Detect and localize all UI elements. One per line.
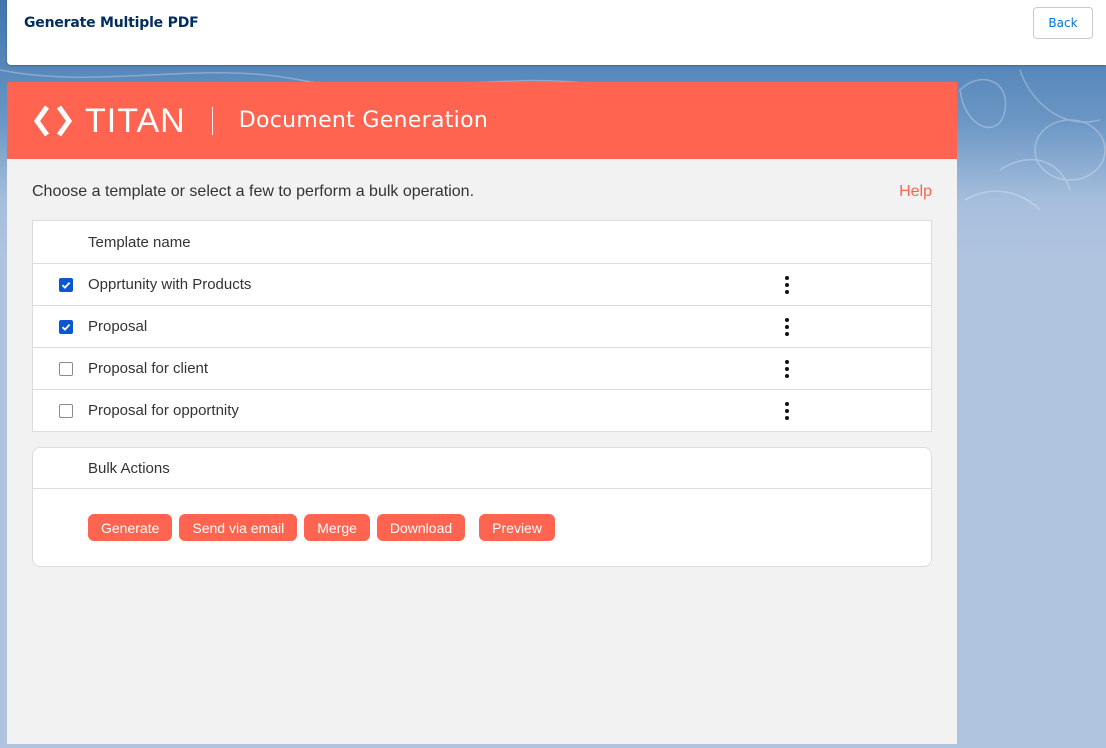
table-row: Proposal for opportnity — [33, 389, 931, 431]
intro-text: Choose a template or select a few to per… — [32, 183, 475, 200]
generate-button[interactable]: Generate — [88, 514, 173, 541]
checkmark-icon — [61, 323, 70, 331]
page-title: Generate Multiple PDF — [24, 15, 199, 31]
row-actions-menu-button[interactable] — [775, 348, 799, 389]
titan-logo-icon — [33, 105, 73, 136]
more-vertical-icon — [785, 401, 789, 420]
brand-logo-text: TITAN — [85, 101, 186, 140]
brand-banner: TITAN Document Generation — [7, 82, 957, 159]
brand-subtitle: Document Generation — [238, 108, 489, 133]
top-header-bar: Generate Multiple PDF Back — [7, 0, 1106, 65]
table-header-row: Template name — [33, 221, 931, 263]
preview-button[interactable]: Preview — [479, 514, 555, 541]
brand-divider — [211, 106, 213, 135]
template-name[interactable]: Proposal — [88, 318, 931, 335]
table-row: Proposal — [33, 305, 931, 347]
more-vertical-icon — [785, 317, 789, 336]
template-table: Template name Opprtunity with Products P… — [32, 220, 932, 432]
bulk-actions-card: Bulk Actions Generate Send via email Merge… — [32, 447, 932, 567]
back-button[interactable]: Back — [1033, 7, 1093, 39]
document-generation-panel: TITAN Document Generation Choose a templ… — [7, 82, 957, 744]
column-header-template-name: Template name — [88, 233, 191, 251]
merge-button[interactable]: Merge — [304, 514, 370, 541]
checkmark-icon — [61, 281, 70, 289]
bulk-actions-buttons: Generate Send via email Merge Download Previ… — [88, 514, 562, 541]
row-actions-menu-button[interactable] — [775, 390, 799, 431]
template-name[interactable]: Proposal for opportnity — [88, 402, 931, 419]
help-link[interactable]: Help — [899, 183, 932, 201]
intro-row: Choose a template or select a few to per… — [32, 183, 932, 201]
more-vertical-icon — [785, 359, 789, 378]
row-actions-menu-button[interactable] — [775, 264, 799, 305]
row-checkbox[interactable] — [58, 319, 73, 334]
table-row: Proposal for client — [33, 347, 931, 389]
table-row: Opprtunity with Products — [33, 263, 931, 305]
row-checkbox[interactable] — [58, 277, 73, 292]
more-vertical-icon — [785, 275, 789, 294]
row-checkbox[interactable] — [58, 403, 73, 418]
template-name[interactable]: Opprtunity with Products — [88, 276, 931, 293]
bulk-actions-title: Bulk Actions — [33, 448, 931, 489]
send-via-email-button[interactable]: Send via email — [179, 514, 298, 541]
template-name[interactable]: Proposal for client — [88, 360, 931, 377]
download-button[interactable]: Download — [376, 514, 466, 541]
row-actions-menu-button[interactable] — [775, 306, 799, 347]
row-checkbox[interactable] — [58, 361, 73, 376]
